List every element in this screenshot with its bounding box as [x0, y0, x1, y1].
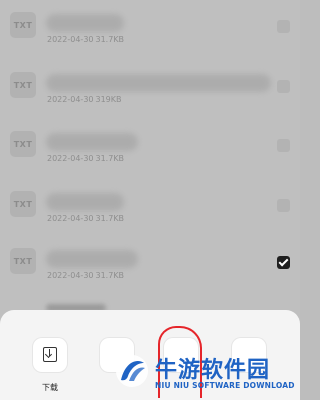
file-meta: 2022-04-30 31.7KB	[47, 154, 126, 163]
blurred-file-name	[46, 193, 124, 211]
watermark: 牛游软件园 NIU NIU SOFTWARE DOWNLOAD	[115, 352, 295, 398]
download-label: 下载	[42, 383, 58, 392]
download-button[interactable]	[33, 338, 67, 372]
watermark-title: 牛游软件园	[155, 358, 271, 383]
file-row[interactable]: TXT 2022-04-30 31.7KB	[0, 191, 300, 249]
file-meta: 2022-04-30 31.7KB	[47, 214, 126, 223]
blurred-file-name	[46, 74, 271, 92]
file-size: 31.7KB	[95, 214, 125, 223]
file-size: 319KB	[95, 95, 122, 104]
file-meta: 2022-04-30 31.7KB	[47, 271, 126, 280]
txt-file-icon: TXT	[10, 12, 36, 38]
file-size: 31.7KB	[95, 154, 125, 163]
file-size: 31.7KB	[95, 271, 125, 280]
file-meta: 2022-04-30 319KB	[47, 95, 124, 104]
row-checkbox[interactable]	[277, 80, 290, 93]
file-date: 2022-04-30	[47, 154, 94, 163]
blurred-file-name	[46, 14, 124, 32]
row-checkbox[interactable]	[277, 139, 290, 152]
row-checkbox[interactable]	[277, 20, 290, 33]
watermark-subtitle: NIU NIU SOFTWARE DOWNLOAD	[155, 381, 295, 390]
file-date: 2022-04-30	[47, 214, 94, 223]
row-checkbox[interactable]	[277, 199, 290, 212]
blurred-file-name	[46, 133, 138, 151]
file-date: 2022-04-30	[47, 271, 94, 280]
file-row[interactable]: TXT 2022-04-30 31.7KB	[0, 248, 300, 306]
download-icon	[43, 347, 57, 362]
file-size: 31.7KB	[95, 35, 125, 44]
blurred-file-name	[46, 250, 138, 268]
file-row[interactable]: TXT 2022-04-30 31.7KB	[0, 12, 300, 70]
txt-file-icon: TXT	[10, 131, 36, 157]
file-date: 2022-04-30	[47, 35, 94, 44]
row-checkbox-checked[interactable]	[277, 256, 290, 269]
file-row[interactable]: TXT 2022-04-30 31.7KB	[0, 131, 300, 189]
txt-file-icon: TXT	[10, 72, 36, 98]
txt-file-icon: TXT	[10, 248, 36, 274]
file-row[interactable]: TXT 2022-04-30 319KB	[0, 72, 300, 130]
file-date: 2022-04-30	[47, 95, 94, 104]
txt-file-icon: TXT	[10, 191, 36, 217]
watermark-logo-icon	[116, 355, 148, 387]
file-meta: 2022-04-30 31.7KB	[47, 35, 126, 44]
